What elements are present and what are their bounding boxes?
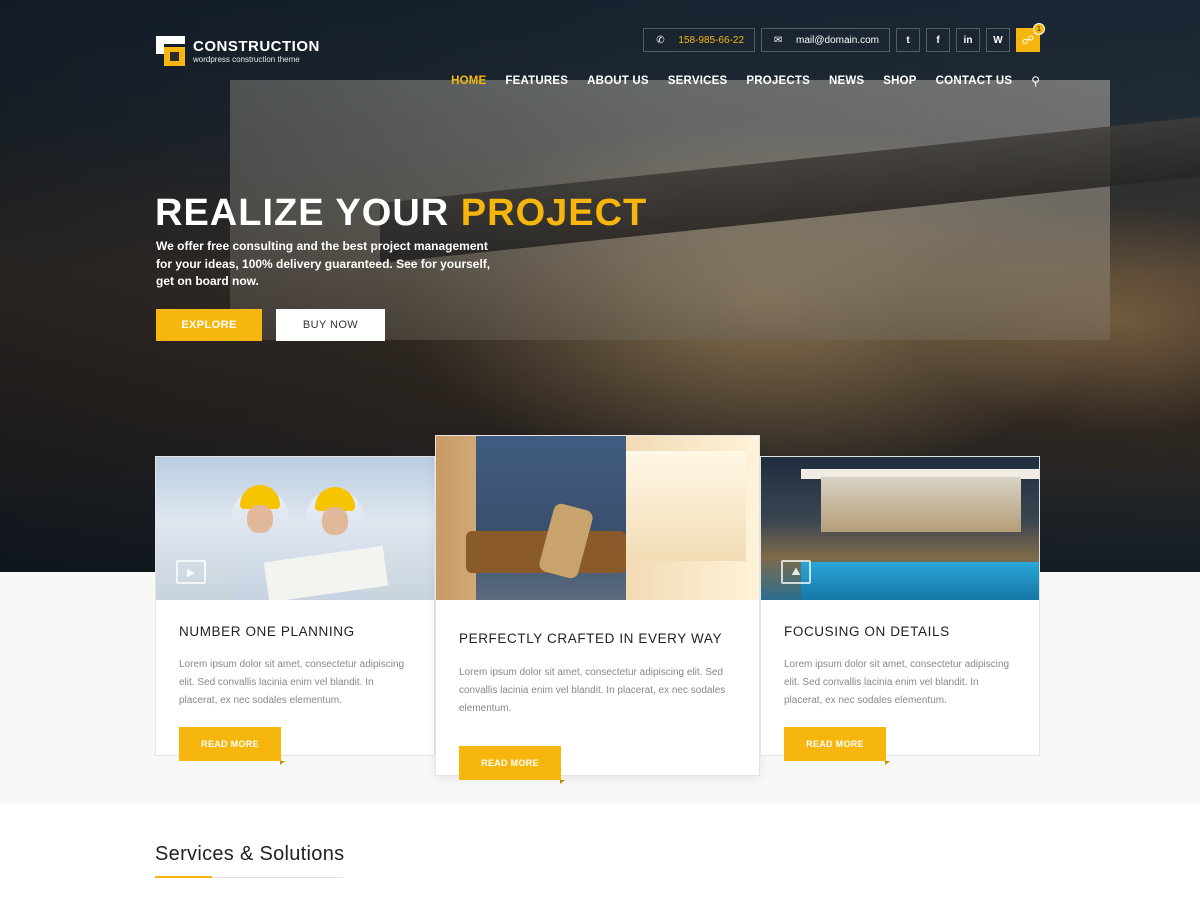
feature-card-crafted: PERFECTLY CRAFTED IN EVERY WAY Lorem ips… bbox=[435, 435, 760, 784]
card-title: FOCUSING ON DETAILS bbox=[784, 624, 950, 639]
nav-contact-us[interactable]: CONTACT US bbox=[936, 75, 1013, 87]
video-icon[interactable]: ▶ bbox=[176, 560, 206, 584]
house-pool-image: ⛰ bbox=[761, 457, 1039, 600]
nav-services[interactable]: SERVICES bbox=[668, 75, 728, 87]
tool-belt-image bbox=[436, 436, 759, 600]
feature-card-planning: ▶ NUMBER ONE PLANNING Lorem ipsum dolor … bbox=[155, 456, 435, 765]
nav-projects[interactable]: PROJECTS bbox=[746, 75, 810, 87]
hero-title-main: REALIZE YOUR bbox=[155, 192, 450, 234]
read-more-button[interactable]: READ MORE bbox=[459, 746, 565, 784]
top-bar: ✆ 158-985-66-22 ✉ mail@domain.com t f in… bbox=[643, 23, 1045, 53]
read-more-button[interactable]: READ MORE bbox=[784, 727, 890, 765]
brand-tagline: wordpress construction theme bbox=[193, 54, 300, 64]
cart-count-badge: 1 bbox=[1033, 23, 1045, 35]
twitter-icon[interactable]: t bbox=[896, 28, 920, 52]
brand-name: CONSTRUCTION bbox=[193, 37, 320, 55]
nav-features[interactable]: FEATURES bbox=[505, 75, 568, 87]
read-more-button[interactable]: READ MORE bbox=[179, 727, 285, 765]
email-contact[interactable]: ✉ mail@domain.com bbox=[761, 28, 890, 52]
card-title: PERFECTLY CRAFTED IN EVERY WAY bbox=[459, 631, 723, 646]
hero-title: REALIZE YOUR PROJECT bbox=[155, 192, 647, 235]
card-text: Lorem ipsum dolor sit amet, consectetur … bbox=[784, 659, 1010, 706]
hero-subtitle: We offer free consulting and the best pr… bbox=[156, 239, 491, 288]
nav-about-us[interactable]: ABOUT US bbox=[587, 75, 649, 87]
nav-shop[interactable]: SHOP bbox=[883, 75, 916, 87]
wordpress-icon[interactable]: W bbox=[986, 28, 1010, 52]
linkedin-icon[interactable]: in bbox=[956, 28, 980, 52]
feature-card-details: ⛰ FOCUSING ON DETAILS Lorem ipsum dolor … bbox=[760, 456, 1040, 765]
nav-news[interactable]: NEWS bbox=[829, 75, 864, 87]
card-text: Lorem ipsum dolor sit amet, consectetur … bbox=[459, 667, 726, 714]
hero-title-highlight: PROJECT bbox=[460, 192, 648, 234]
nav-home[interactable]: HOME bbox=[451, 75, 486, 87]
main-nav: HOME FEATURES ABOUT US SERVICES PROJECTS… bbox=[451, 74, 1040, 88]
phone-number: 158-985-66-22 bbox=[678, 34, 745, 46]
email-address: mail@domain.com bbox=[796, 34, 879, 46]
cart-button[interactable]: ☍ 1 bbox=[1016, 23, 1045, 52]
card-text: Lorem ipsum dolor sit amet, consectetur … bbox=[179, 659, 405, 706]
engineers-image: ▶ bbox=[156, 457, 434, 600]
services-divider bbox=[155, 876, 343, 878]
site-logo[interactable]: CONSTRUCTION wordpress construction them… bbox=[156, 36, 320, 66]
logo-icon bbox=[156, 36, 185, 66]
basket-icon: ☍ bbox=[1021, 33, 1035, 47]
phone-contact[interactable]: ✆ 158-985-66-22 bbox=[643, 28, 756, 52]
image-icon[interactable]: ⛰ bbox=[781, 560, 811, 584]
envelope-icon: ✉ bbox=[773, 34, 783, 46]
search-icon[interactable]: ⚲ bbox=[1031, 74, 1040, 88]
facebook-icon[interactable]: f bbox=[926, 28, 950, 52]
buy-now-button[interactable]: BUY NOW bbox=[276, 309, 385, 341]
services-heading: Services & Solutions bbox=[155, 843, 345, 865]
explore-button[interactable]: EXPLORE bbox=[156, 309, 262, 341]
phone-icon: ✆ bbox=[656, 34, 665, 46]
card-title: NUMBER ONE PLANNING bbox=[179, 624, 355, 639]
